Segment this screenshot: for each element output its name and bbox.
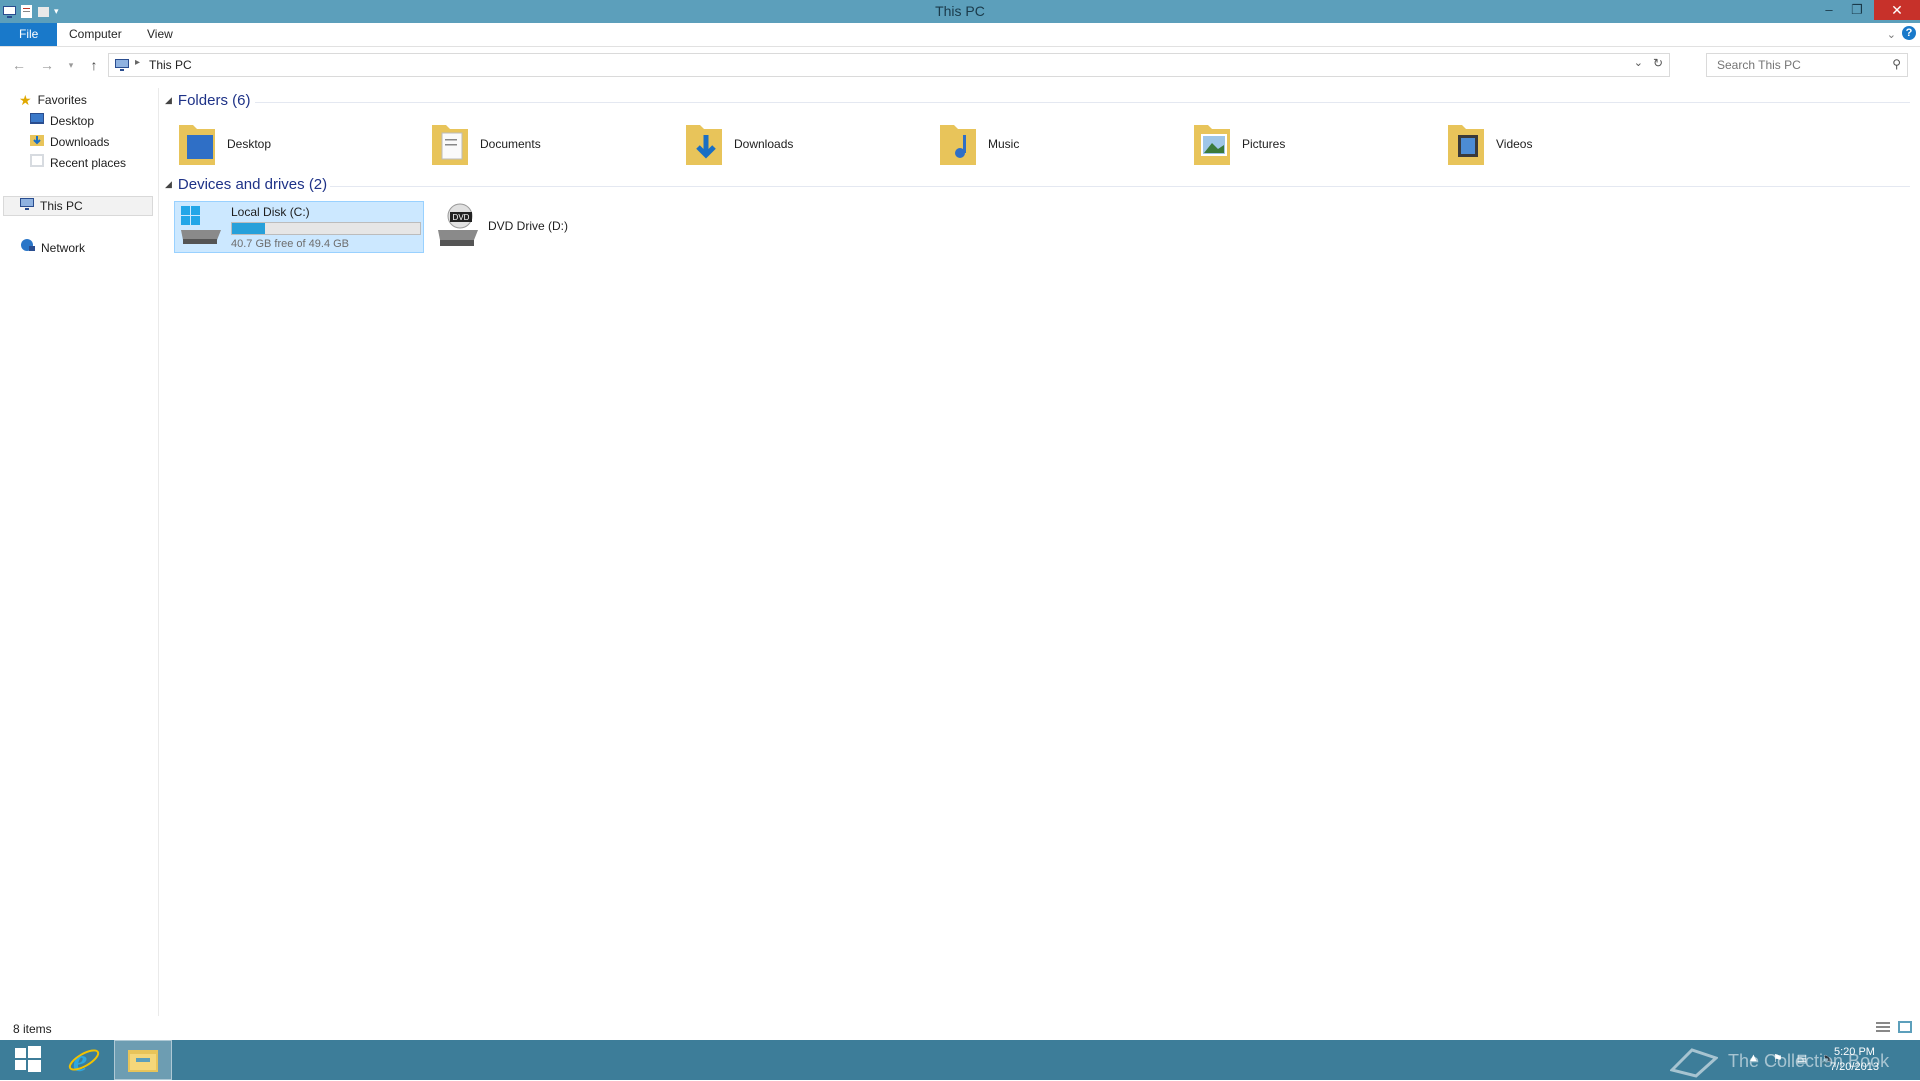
drive-name: DVD Drive (D:) (488, 219, 568, 233)
nav-item-recent-places[interactable]: Recent places (30, 153, 126, 173)
collapse-triangle-icon[interactable]: ◢ (165, 95, 172, 106)
desktop-folder-icon (177, 119, 217, 170)
search-icon[interactable]: ⚲ (1892, 57, 1901, 71)
drive-name: Local Disk (C:) (231, 204, 310, 219)
nav-item-label: This PC (40, 199, 83, 213)
group-divider (330, 186, 1910, 187)
up-button[interactable]: ↑ (85, 56, 103, 74)
tab-computer[interactable]: Computer (56, 23, 135, 46)
folder-label: Downloads (734, 137, 794, 151)
nav-favorites[interactable]: ★ Favorites (19, 90, 87, 110)
group-divider (255, 102, 1910, 103)
folder-tile-videos[interactable]: Videos (1446, 118, 1532, 170)
nav-item-downloads[interactable]: Downloads (30, 132, 109, 152)
folder-tile-pictures[interactable]: Pictures (1192, 118, 1285, 170)
clock-date: 7/20/2013 (1830, 1061, 1879, 1073)
folder-label: Documents (480, 137, 541, 151)
nav-item-this-pc[interactable]: This PC (3, 196, 153, 216)
devices-group-header[interactable]: ◢ Devices and drives (2) (165, 176, 327, 193)
help-icon[interactable]: ? (1902, 26, 1916, 40)
folder-tile-downloads[interactable]: Downloads (684, 118, 793, 170)
title-bar: ▾ This PC – ❐ ✕ (0, 0, 1920, 23)
show-hidden-icons-icon[interactable]: ▲ (1748, 1052, 1759, 1065)
nav-item-label: Desktop (50, 114, 95, 128)
search-input[interactable] (1715, 57, 1879, 73)
status-bar: 8 items (0, 1018, 1920, 1038)
clock[interactable]: 5:20 PM 7/20/2013 (1830, 1045, 1879, 1075)
nav-item-label: Downloads (50, 135, 110, 149)
music-folder-icon (938, 119, 978, 170)
folders-group-header[interactable]: ◢ Folders (6) (165, 92, 250, 109)
downloads-folder-icon (684, 119, 724, 170)
minimize-button[interactable]: – (1816, 0, 1842, 20)
downloads-folder-icon (30, 132, 44, 152)
search-box[interactable]: ⚲ (1706, 53, 1908, 77)
expand-ribbon-icon[interactable]: ⌄ (1887, 28, 1896, 41)
videos-folder-icon (1446, 119, 1486, 170)
recent-locations-button[interactable]: ▾ (62, 56, 80, 74)
restore-button[interactable]: ❐ (1844, 0, 1870, 20)
book-icon (1669, 1042, 1719, 1081)
start-button[interactable] (0, 1040, 56, 1080)
internet-explorer-icon: e (67, 1042, 101, 1078)
dvd-drive-icon: DVD (436, 202, 480, 251)
refresh-icon[interactable]: ↻ (1653, 56, 1663, 70)
system-tray: ▲ ⚑ ▤ 🔈 (1748, 1052, 1835, 1065)
documents-folder-icon (430, 119, 470, 170)
folder-label: Music (988, 137, 1020, 151)
nav-item-label: Recent places (50, 156, 127, 170)
address-bar[interactable]: ▸ This PC ⌄ ↻ (108, 53, 1670, 77)
recent-places-icon (30, 153, 44, 173)
nav-item-desktop[interactable]: Desktop (30, 111, 94, 131)
tab-view[interactable]: View (134, 23, 186, 46)
network-tray-icon[interactable]: ▤ (1797, 1052, 1807, 1065)
svg-text:DVD: DVD (453, 213, 470, 222)
back-button[interactable]: ← (10, 56, 28, 74)
window-title: This PC (935, 3, 985, 19)
this-pc-icon (20, 196, 34, 216)
group-title: Devices and drives (2) (177, 176, 328, 193)
network-icon (19, 238, 35, 258)
details-view-icon[interactable] (1876, 1021, 1890, 1036)
file-explorer-icon (128, 1046, 158, 1075)
nav-favorites-label: Favorites (37, 93, 87, 107)
desktop-icon (30, 111, 44, 131)
drive-usage-fill (232, 222, 266, 234)
breadcrumb-separator-icon[interactable]: ▸ (135, 57, 140, 68)
group-title: Folders (6) (177, 92, 251, 109)
folder-label: Videos (1496, 137, 1533, 151)
drive-space-info: 40.7 GB free of 49.4 GB (231, 237, 350, 250)
nav-item-network[interactable]: Network (19, 238, 85, 258)
folder-tile-desktop[interactable]: Desktop (177, 118, 271, 170)
tab-file[interactable]: File (0, 23, 58, 46)
star-icon: ★ (19, 92, 32, 108)
drive-usage-bar (231, 221, 421, 235)
close-button[interactable]: ✕ (1874, 0, 1920, 20)
forward-button[interactable]: → (38, 56, 56, 74)
folder-tile-documents[interactable]: Documents (430, 118, 541, 170)
taskbar-file-explorer[interactable] (114, 1040, 172, 1080)
address-dropdown-icon[interactable]: ⌄ (1634, 56, 1643, 69)
collapse-triangle-icon[interactable]: ◢ (165, 179, 172, 190)
folder-label: Desktop (227, 137, 272, 151)
large-icons-view-icon[interactable] (1898, 1021, 1912, 1036)
breadcrumb[interactable]: This PC (149, 58, 192, 72)
clock-time: 5:20 PM (1833, 1046, 1875, 1058)
navigation-pane: ★ Favorites Desktop Downloads Recent pla… (0, 88, 159, 1016)
action-center-flag-icon[interactable]: ⚑ (1773, 1052, 1783, 1065)
pictures-folder-icon (1192, 119, 1232, 170)
hard-drive-icon (179, 205, 223, 249)
nav-item-label: Network (41, 241, 86, 255)
item-count: 8 items (13, 1022, 52, 1036)
drive-tile-local-disk-c[interactable]: Local Disk (C:) 40.7 GB free of 49.4 GB (174, 201, 424, 253)
windows-logo-icon (15, 1045, 41, 1075)
ribbon: File Computer View ⌄ ? (0, 23, 1920, 47)
folder-label: Pictures (1242, 137, 1286, 151)
address-row: ← → ▾ ↑ ▸ This PC ⌄ ↻ ⚲ (0, 52, 1920, 77)
this-pc-icon (115, 58, 129, 74)
drive-tile-dvd-d[interactable]: DVD DVD Drive (D:) (430, 201, 590, 251)
folder-tile-music[interactable]: Music (938, 118, 1019, 170)
taskbar: e The Collection Book ▲ ⚑ ▤ 🔈 5:20 PM 7/… (0, 1040, 1920, 1080)
taskbar-internet-explorer[interactable]: e (56, 1040, 112, 1080)
